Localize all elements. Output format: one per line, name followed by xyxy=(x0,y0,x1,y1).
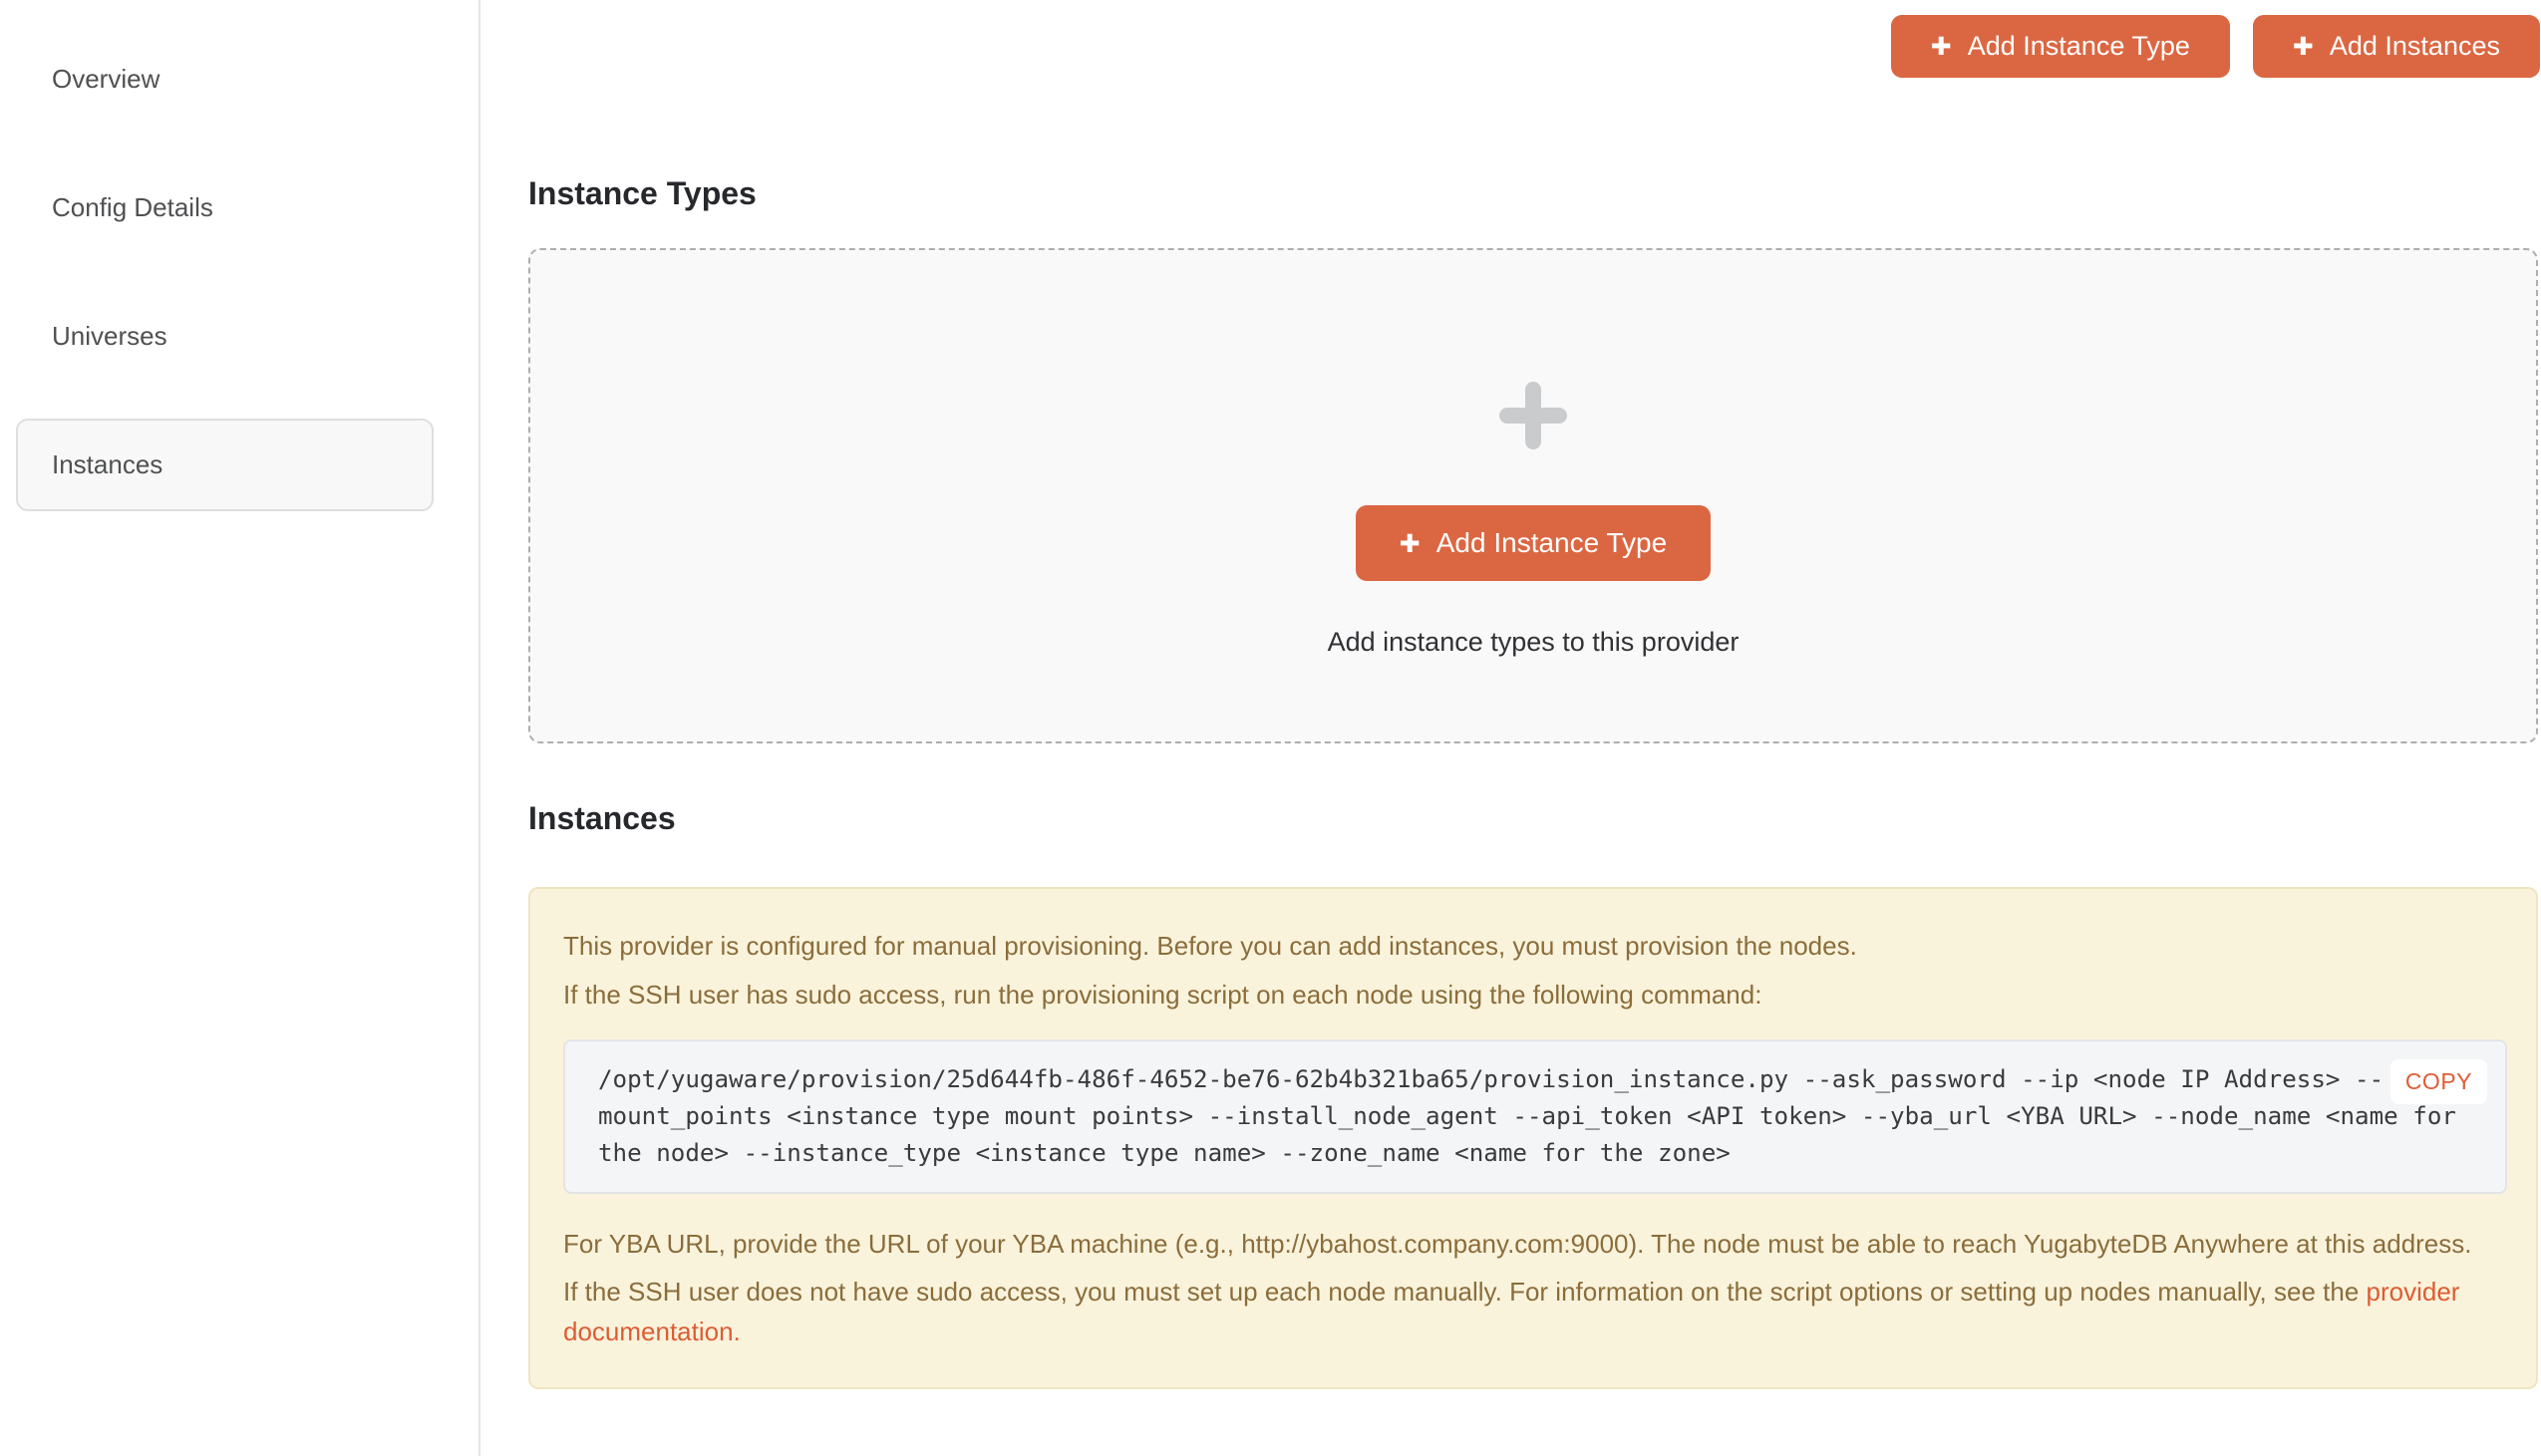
add-instance-type-button-label: Add Instance Type xyxy=(1968,31,2190,62)
sidebar-item-overview[interactable]: Overview xyxy=(16,33,434,126)
add-instances-button[interactable]: ✚ Add Instances xyxy=(2253,15,2540,78)
main-content: ✚ Add Instance Type ✚ Add Instances Inst… xyxy=(482,0,2541,1456)
add-instances-button-label: Add Instances xyxy=(2330,31,2500,62)
notice-line-2: If the SSH user has sudo access, run the… xyxy=(563,978,2503,1012)
sidebar-item-instances[interactable]: Instances xyxy=(16,419,434,511)
provision-command-text: /opt/yugaware/provision/25d644fb-486f-46… xyxy=(598,1061,2472,1172)
copy-button[interactable]: COPY xyxy=(2390,1059,2487,1104)
notice-line-4: If the SSH user does not have sudo acces… xyxy=(563,1272,2503,1351)
empty-state-add-button-label: Add Instance Type xyxy=(1436,527,1667,559)
sidebar-item-config-details[interactable]: Config Details xyxy=(16,161,434,254)
empty-state-add-instance-type-button[interactable]: ✚ Add Instance Type xyxy=(1356,505,1711,581)
empty-state-caption: Add instance types to this provider xyxy=(1328,627,1740,658)
instance-types-title: Instance Types xyxy=(528,174,2541,212)
add-instance-type-button[interactable]: ✚ Add Instance Type xyxy=(1891,15,2230,78)
sidebar-item-universes[interactable]: Universes xyxy=(16,290,434,383)
plus-icon: ✚ xyxy=(1400,531,1421,556)
notice-line-4-text: If the SSH user does not have sudo acces… xyxy=(563,1277,2367,1307)
provider-details-page: Overview Config Details Universes Instan… xyxy=(0,0,2541,1456)
manual-provisioning-notice: This provider is configured for manual p… xyxy=(528,887,2538,1389)
notice-line-3: For YBA URL, provide the URL of your YBA… xyxy=(563,1224,2503,1264)
instance-types-empty-state: ✚ Add Instance Type Add instance types t… xyxy=(528,248,2538,743)
provider-sidebar: Overview Config Details Universes Instan… xyxy=(0,0,480,1456)
notice-line-1: This provider is configured for manual p… xyxy=(563,929,2503,963)
provision-command-block: COPY /opt/yugaware/provision/25d644fb-48… xyxy=(563,1039,2507,1194)
instances-title: Instances xyxy=(528,799,2541,837)
add-placeholder-plus-icon xyxy=(1499,382,1567,449)
plus-icon: ✚ xyxy=(2293,34,2314,59)
plus-icon: ✚ xyxy=(1931,34,1952,59)
action-toolbar: ✚ Add Instance Type ✚ Add Instances xyxy=(528,0,2541,78)
